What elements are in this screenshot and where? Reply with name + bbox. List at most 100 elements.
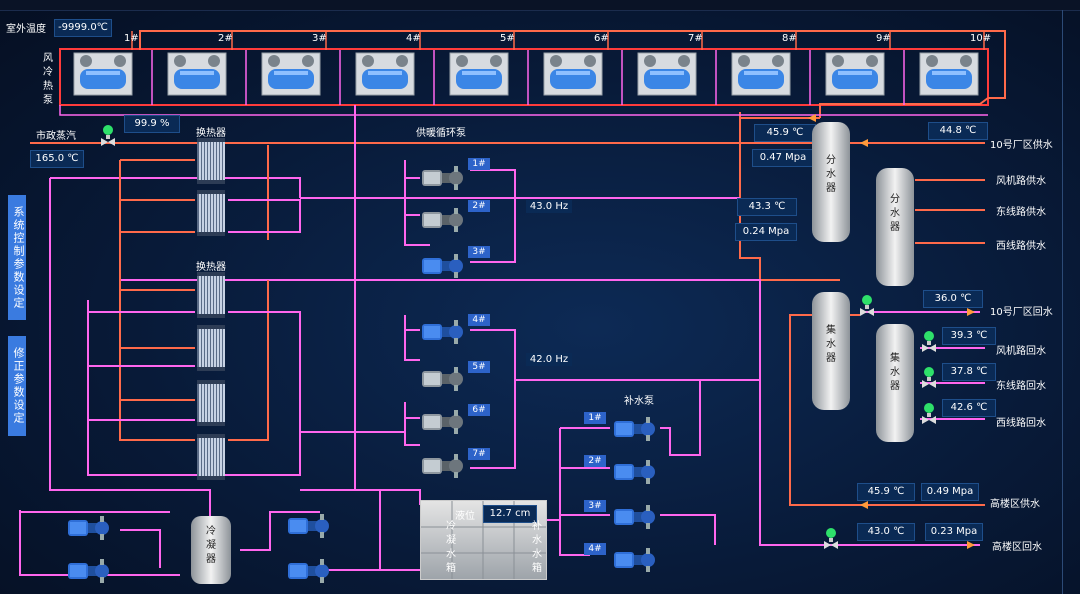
pump-icon — [614, 505, 655, 529]
steam-valve[interactable] — [101, 124, 115, 146]
west-line-return-temp: 42.6 ℃ — [942, 399, 996, 417]
system-params-button[interactable]: 系统控制参数设定 — [8, 195, 26, 320]
makeup-pump-3[interactable] — [612, 503, 656, 531]
factory10-supply-label: 10号厂区供水 — [990, 140, 1053, 151]
high-building-return-pressure: 0.23 Mpa — [925, 523, 983, 541]
heat-pump-label-1: 1# — [124, 33, 139, 44]
heat-pump-icon — [73, 52, 133, 96]
condenser-pump-2[interactable] — [66, 557, 110, 585]
valve-icon — [824, 528, 838, 549]
return-valve-3[interactable] — [922, 366, 936, 388]
makeup-tank-label: 补水水箱 — [532, 521, 542, 574]
factory10-supply-temp: 44.8 ℃ — [928, 122, 988, 140]
heat-pump-icon — [167, 52, 227, 96]
high-building-supply-pressure: 0.49 Mpa — [921, 483, 979, 501]
return-valve-1[interactable] — [860, 294, 874, 316]
valve-icon — [860, 295, 874, 316]
circ-pump-2#[interactable] — [420, 206, 464, 234]
steam-label: 市政蒸汽 — [36, 131, 76, 142]
heat-exchanger-3[interactable] — [197, 272, 225, 318]
heat-exchanger-2[interactable] — [197, 190, 225, 236]
water-tank: 液位 12.7 cm 冷凝水箱 补水水箱 — [420, 500, 547, 580]
circ-pump-tag-7: 7# — [468, 448, 490, 460]
heat-pump-icon — [637, 52, 697, 96]
circ-pump-6#[interactable] — [420, 408, 464, 436]
heat-exchanger-icon — [197, 325, 225, 371]
fan-road-return-temp: 39.3 ℃ — [942, 327, 996, 345]
supply-mid-temp: 43.3 ℃ — [737, 198, 797, 216]
heat-pump-label-9: 9# — [876, 33, 891, 44]
west-line-supply-label: 西线路供水 — [996, 241, 1046, 252]
valve-icon — [922, 331, 936, 352]
heat-pump-unit-8[interactable] — [730, 51, 792, 97]
makeup-pump-tag-1: 1# — [584, 412, 606, 424]
heat-pump-unit-9[interactable] — [824, 51, 886, 97]
east-line-return-label: 东线路回水 — [996, 381, 1046, 392]
fan-road-supply-label: 风机路供水 — [996, 176, 1046, 187]
heat-exchanger-1[interactable] — [197, 138, 225, 184]
east-line-supply-label: 东线路供水 — [996, 207, 1046, 218]
fan-road-return-label: 风机路回水 — [996, 346, 1046, 357]
pump-icon — [68, 559, 109, 583]
circ-pump-tag-3: 3# — [468, 246, 490, 258]
pump-icon — [422, 320, 463, 344]
pump-icon — [288, 514, 329, 538]
heat-pump-label-10: 10# — [970, 33, 992, 44]
pump-icon — [422, 367, 463, 391]
heat-pump-unit-3[interactable] — [260, 51, 322, 97]
pump-icon — [422, 410, 463, 434]
collector-1: 集水器 — [812, 292, 850, 410]
heat-pump-unit-5[interactable] — [448, 51, 510, 97]
condenser-pump-3[interactable] — [286, 512, 330, 540]
heat-pump-unit-2[interactable] — [166, 51, 228, 97]
upper-freq-value: 43.0 Hz — [525, 200, 573, 213]
pump-icon — [288, 559, 329, 583]
supply-header-pressure: 0.47 Mpa — [752, 149, 814, 167]
heat-exchanger-5[interactable] — [197, 380, 225, 426]
pump-icon — [614, 548, 655, 572]
heat-pump-label-3: 3# — [312, 33, 327, 44]
condenser-label: 冷凝器 — [206, 526, 216, 565]
return-valve-2[interactable] — [922, 330, 936, 352]
outdoor-temp-value: -9999.0℃ — [54, 19, 112, 37]
heat-pump-label-8: 8# — [782, 33, 797, 44]
collector-1-label: 集水器 — [826, 325, 836, 364]
steam-temp: 165.0 ℃ — [30, 150, 84, 168]
heat-pump-label-4: 4# — [406, 33, 421, 44]
heat-pump-group-label: 风冷热泵 — [43, 53, 53, 106]
pump-icon — [422, 254, 463, 278]
heat-pump-unit-7[interactable] — [636, 51, 698, 97]
makeup-pump-title: 补水泵 — [624, 396, 654, 407]
return-valve-5[interactable] — [824, 527, 838, 549]
cold-tank-label: 冷凝水箱 — [446, 521, 456, 574]
factory10-return-temp: 36.0 ℃ — [923, 290, 983, 308]
makeup-pump-1[interactable] — [612, 415, 656, 443]
west-line-return-label: 西线路回水 — [996, 418, 1046, 429]
heat-exchanger-icon — [197, 138, 225, 184]
circ-pump-5#[interactable] — [420, 365, 464, 393]
correct-params-button[interactable]: 修正参数设定 — [8, 336, 26, 436]
exchanger-group2-label: 换热器 — [196, 262, 226, 273]
makeup-pump-4[interactable] — [612, 546, 656, 574]
condenser-pump-1[interactable] — [66, 514, 110, 542]
high-building-return-label: 高楼区回水 — [992, 542, 1042, 553]
high-building-supply-label: 高楼区供水 — [990, 499, 1040, 510]
circ-pump-tag-6: 6# — [468, 404, 490, 416]
heat-pump-icon — [355, 52, 415, 96]
circ-pump-1#[interactable] — [420, 164, 464, 192]
return-valve-4[interactable] — [922, 402, 936, 424]
heat-exchanger-4[interactable] — [197, 325, 225, 371]
valve-icon — [922, 403, 936, 424]
condenser-pump-4[interactable] — [286, 557, 330, 585]
heat-pump-unit-10[interactable] — [918, 51, 980, 97]
heat-pump-unit-1[interactable] — [72, 51, 134, 97]
heat-pump-unit-6[interactable] — [542, 51, 604, 97]
distributor-1-label: 分水器 — [826, 155, 836, 194]
makeup-pump-2[interactable] — [612, 458, 656, 486]
circ-pump-3#[interactable] — [420, 252, 464, 280]
heat-pump-unit-4[interactable] — [354, 51, 416, 97]
heat-exchanger-6[interactable] — [197, 434, 225, 480]
circ-pump-7#[interactable] — [420, 452, 464, 480]
pump-icon — [614, 417, 655, 441]
circ-pump-4#[interactable] — [420, 318, 464, 346]
